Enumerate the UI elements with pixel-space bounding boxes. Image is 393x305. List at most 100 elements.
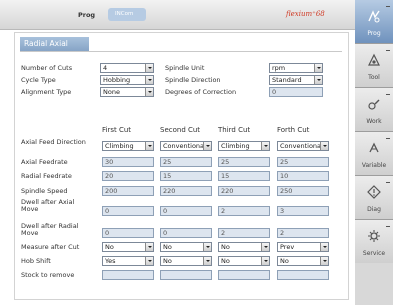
degrees-correction-label: Degrees of Correction [165,88,237,96]
spindle-unit-label: Spindle Unit [165,64,205,72]
cell-value: Prev [280,243,295,251]
axial-feed-direction-select-3[interactable]: Climbing [218,141,270,151]
radial-axial-panel: Radial Axial Number of Cuts Cycle Type A… [14,32,349,300]
axial-feed-direction-select-1[interactable]: Climbing [102,141,154,151]
menu-dot [386,94,390,95]
alignment-type-select[interactable]: None [100,87,154,97]
diag-icon [367,185,381,199]
cell-value: No [163,257,172,265]
measure-after-cut-select-3[interactable]: No [218,242,270,252]
row-label-axial-feedrate: Axial Feedrate [21,158,68,166]
dwell-radial-input-2[interactable]: 0 [160,228,212,238]
spindle-speed-input-1[interactable]: 200 [102,186,154,196]
sidebar-item-tool[interactable]: Tool [355,44,393,88]
dwell-axial-input-4[interactable]: 3 [277,206,329,216]
axial-feed-direction-select-4[interactable]: Conventional [277,141,329,151]
chevron-down-icon [320,243,328,251]
dwell-axial-input-1[interactable]: 0 [102,206,154,216]
dwell-radial-input-1[interactable]: 0 [102,228,154,238]
breadcrumb-current-tab[interactable]: INCom [108,8,146,21]
spindle-direction-label: Spindle Direction [165,76,221,84]
row-label-dwell-axial: Dwell after Axial Move [21,198,75,213]
title-divider [20,51,342,52]
chevron-down-icon [261,257,269,265]
radial-feedrate-input-3[interactable]: 15 [218,171,270,181]
main-nav-sidebar: Prog Tool Work Variable Diag Service [355,0,393,305]
radial-feedrate-input-1[interactable]: 20 [102,171,154,181]
spindle-speed-input-4[interactable]: 250 [277,186,329,196]
stock-to-remove-input-3[interactable] [218,270,270,280]
cell-value: Conventional [280,142,323,150]
chevron-down-icon [261,243,269,251]
column-header-second-cut: Second Cut [160,126,201,134]
sidebar-item-service[interactable]: Service [355,220,393,264]
measure-after-cut-select-1[interactable]: No [102,242,154,252]
cell-value: No [221,243,230,251]
row-label-spindle-speed: Spindle Speed [21,187,68,195]
dwell-radial-input-4[interactable]: 2 [277,228,329,238]
chevron-down-icon [145,257,153,265]
cell-value: Conventional [163,142,206,150]
spindle-speed-input-2[interactable]: 220 [160,186,212,196]
row-label-hob-shift: Hob Shift [21,257,51,265]
cell-value: Climbing [221,142,250,150]
variable-icon [367,141,381,155]
radial-feedrate-input-4[interactable]: 10 [277,171,329,181]
sidebar-item-label: Work [366,118,382,125]
stock-to-remove-input-2[interactable] [160,270,212,280]
sidebar-item-work[interactable]: Work [355,88,393,132]
chevron-down-icon [203,243,211,251]
alignment-type-label: Alignment Type [21,88,72,96]
sidebar-item-prog[interactable]: Prog [355,0,393,44]
stock-to-remove-input-1[interactable] [102,270,154,280]
chevron-down-icon [203,142,211,150]
alignment-type-value: None [103,88,120,96]
cell-value: No [163,243,172,251]
axial-feedrate-input-1[interactable]: 30 [102,157,154,167]
row-label-radial-feedrate: Radial Feedrate [21,172,72,180]
sidebar-empty-slot [355,263,393,305]
top-bar: Prog INCom flexium⁺68 [0,0,355,30]
stock-to-remove-input-4[interactable] [277,270,329,280]
breadcrumb-prog[interactable]: Prog [78,11,95,19]
chevron-down-icon [320,142,328,150]
axial-feed-direction-select-2[interactable]: Conventional [160,141,212,151]
cell-value: Climbing [105,142,134,150]
sidebar-item-label: Variable [361,162,387,169]
sidebar-item-label: Tool [368,74,380,81]
menu-dot [386,50,390,51]
cycle-type-select[interactable]: Hobbing [100,75,154,85]
column-header-third-cut: Third Cut [218,126,251,134]
axial-feedrate-input-2[interactable]: 25 [160,157,212,167]
measure-after-cut-select-4[interactable]: Prev [277,242,329,252]
dwell-axial-input-2[interactable]: 0 [160,206,212,216]
num-cuts-value: 4 [103,64,108,72]
service-icon [367,229,381,243]
spindle-unit-select[interactable]: rpm [269,63,323,73]
dwell-radial-input-3[interactable]: 2 [218,228,270,238]
sidebar-item-label: Service [362,250,386,257]
hob-shift-select-4[interactable]: No [277,256,329,266]
sidebar-item-diag[interactable]: Diag [355,176,393,220]
chevron-down-icon [261,142,269,150]
hob-shift-select-2[interactable]: No [160,256,212,266]
radial-feedrate-input-2[interactable]: 15 [160,171,212,181]
cell-value: No [221,257,230,265]
chevron-down-icon [145,142,153,150]
axial-feedrate-input-4[interactable]: 25 [277,157,329,167]
cell-value: No [280,257,289,265]
degrees-correction-input[interactable]: 0 [269,87,323,97]
measure-after-cut-select-2[interactable]: No [160,242,212,252]
sidebar-item-variable[interactable]: Variable [355,132,393,176]
menu-dot [386,6,390,7]
dwell-axial-input-3[interactable]: 2 [218,206,270,216]
hob-shift-select-1[interactable]: Yes [102,256,154,266]
spindle-direction-select[interactable]: Standard [269,75,323,85]
axial-feedrate-input-3[interactable]: 25 [218,157,270,167]
row-label-dwell-radial: Dwell after Radial Move [21,222,79,237]
num-cuts-select[interactable]: 4 [100,63,154,73]
hob-shift-select-3[interactable]: No [218,256,270,266]
sidebar-item-label: Prog [367,30,381,37]
work-icon [367,97,381,111]
spindle-speed-input-3[interactable]: 220 [218,186,270,196]
